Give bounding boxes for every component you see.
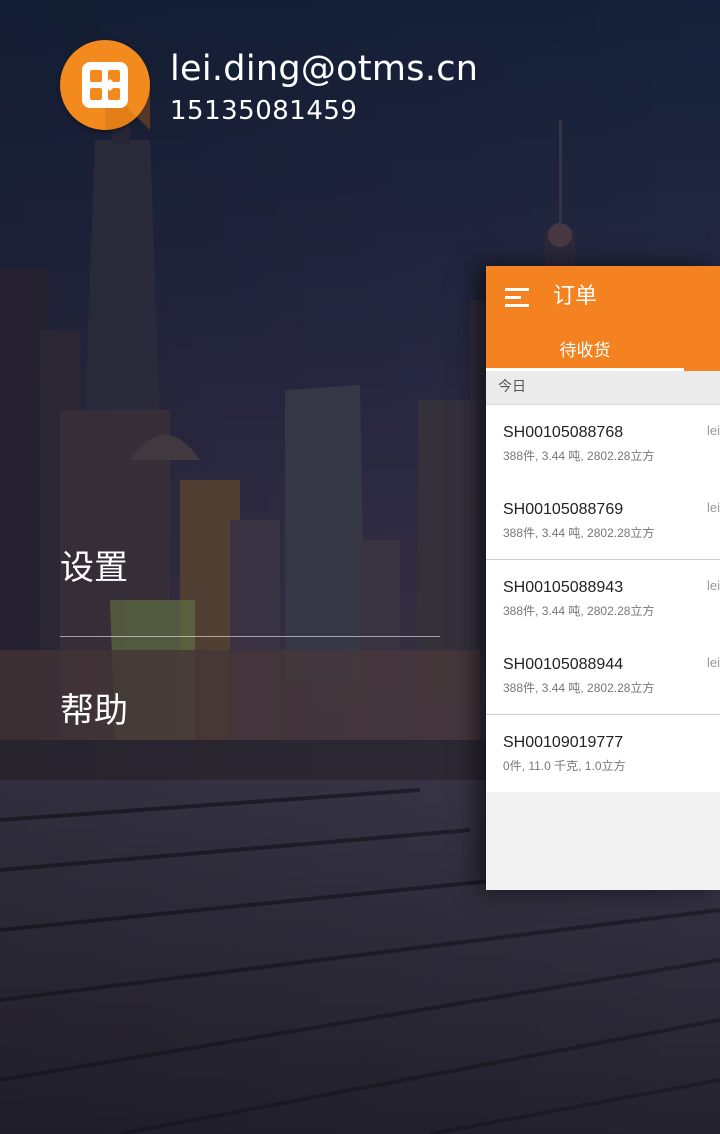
order-number: SH00109019777 <box>503 734 624 751</box>
order-row[interactable]: SH00105088943 388件, 3.44 吨, 2802.28立方 le… <box>486 559 720 637</box>
order-number: SH00105088769 <box>503 501 624 518</box>
order-summary: 0件, 11.0 千克, 1.0立方 <box>503 759 626 773</box>
drawer-menu: 设置 帮助 <box>60 528 440 779</box>
avatar[interactable] <box>60 40 150 130</box>
menu-item-settings[interactable]: 设置 <box>60 528 440 636</box>
user-phone: 15135081459 <box>170 96 358 126</box>
order-number: SH00105088943 <box>503 579 624 596</box>
order-row[interactable]: SH00105088944 388件, 3.44 吨, 2802.28立方 le… <box>486 637 720 714</box>
order-summary: 388件, 3.44 吨, 2802.28立方 <box>503 681 655 695</box>
user-email: lei.ding@otms.cn <box>170 49 479 89</box>
order-user: lei <box>706 500 720 515</box>
app-bar: 订单 待收货 <box>486 266 720 371</box>
order-summary: 388件, 3.44 吨, 2802.28立方 <box>503 526 655 540</box>
order-row[interactable]: SH00105088768 388件, 3.44 吨, 2802.28立方 le… <box>486 405 720 482</box>
order-row[interactable]: SH00109019777 0件, 11.0 千克, 1.0立方 <box>486 714 720 792</box>
order-user: lei <box>706 578 720 593</box>
order-user: lei <box>706 423 720 438</box>
order-number: SH00105088944 <box>503 656 624 673</box>
otms-logo-icon <box>82 62 150 130</box>
tab-label: 待收货 <box>559 341 611 361</box>
order-number: SH00105088768 <box>503 424 624 441</box>
page-title: 订单 <box>553 284 598 309</box>
drawer-profile: lei.ding@otms.cn 15135081459 <box>60 40 478 130</box>
order-summary: 388件, 3.44 吨, 2802.28立方 <box>503 449 655 463</box>
orders-screen[interactable]: 订单 待收货 今日 SH00105088768 388件, 3.44 吨, 28… <box>486 266 720 890</box>
tab-indicator <box>486 368 684 371</box>
order-summary: 388件, 3.44 吨, 2802.28立方 <box>503 604 655 618</box>
menu-item-help[interactable]: 帮助 <box>60 671 440 779</box>
order-user: lei <box>706 655 720 670</box>
user-info: lei.ding@otms.cn 15135081459 <box>170 40 478 126</box>
menu-divider <box>60 636 440 637</box>
tab-pending-receipt[interactable]: 待收货 <box>486 336 684 371</box>
order-row[interactable]: SH00105088769 388件, 3.44 吨, 2802.28立方 le… <box>486 482 720 559</box>
section-header-today: 今日 <box>486 371 720 405</box>
hamburger-icon[interactable] <box>505 288 529 307</box>
